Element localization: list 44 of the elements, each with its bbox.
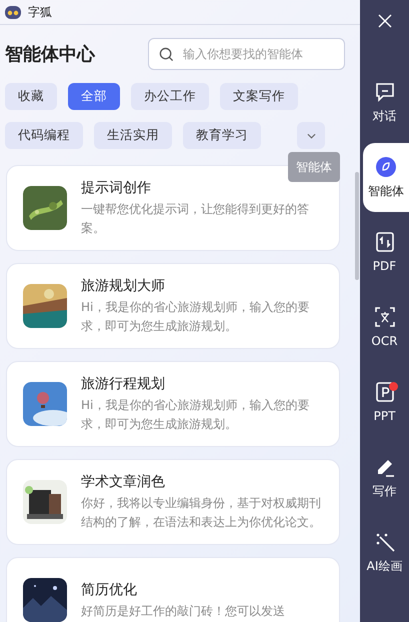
document-icon: [374, 230, 396, 252]
agent-title: 学术文章润色: [81, 473, 166, 492]
category-tab[interactable]: 全部: [68, 83, 120, 110]
agent-description: 你好，我将以专业编辑身份，基于对权威期刊结构的了解，在语法和表达上为你优化论文。: [81, 495, 322, 531]
close-icon: [378, 14, 392, 28]
page-title: 智能体中心: [5, 42, 95, 66]
search-icon: [159, 47, 174, 62]
agent-description: 好简历是好工作的敲门砖！您可以发送: [81, 602, 285, 620]
robot-logo-icon: [4, 4, 22, 20]
chevron-down-icon: [306, 132, 316, 138]
agent-title: 提示词创作: [81, 179, 152, 198]
tooltip: 智能体: [288, 152, 340, 182]
agent-description: Hi，我是你的省心旅游规划师，输入您的要求，即可为您生成旅游规划。: [81, 299, 310, 335]
leaf-icon: [375, 156, 397, 178]
category-tab[interactable]: 代码编程: [5, 122, 83, 149]
agent-card[interactable]: 学术文章润色 你好，我将以专业编辑身份，基于对权威期刊结构的了解，在语法和表达上为你优化论文。: [6, 459, 340, 545]
sidebar-tab[interactable]: AI绘画: [360, 518, 409, 587]
agent-title: 简历优化: [81, 580, 138, 600]
sidebar-tab[interactable]: OCR: [360, 293, 409, 362]
scrollbar[interactable]: [355, 172, 359, 280]
category-tab[interactable]: 教育学习: [183, 122, 261, 149]
sidebar-tab[interactable]: 智能体: [363, 143, 409, 212]
agent-card[interactable]: 旅游行程规划 Hi，我是你的省心旅游规划师，输入您的要求，即可为您生成旅游规划。: [6, 361, 340, 447]
search-field[interactable]: 输入你想要找的智能体: [148, 38, 345, 70]
agent-description: Hi，我是你的省心旅游规划师，输入您的要求，即可为您生成旅游规划。: [81, 397, 310, 433]
sidebar-tab[interactable]: PDF: [360, 218, 409, 287]
expand-button[interactable]: [297, 122, 325, 149]
slide-file-icon: [374, 380, 396, 402]
scan-icon: [374, 306, 396, 328]
category-tab[interactable]: 文案写作: [220, 83, 298, 110]
sidebar-tab[interactable]: PPT: [360, 368, 409, 437]
agent-description: 一键帮您优化提示词，让您能得到更好的答案。: [81, 201, 310, 237]
app-title: 字狐: [28, 4, 52, 21]
agent-card[interactable]: 简历优化 好简历是好工作的敲门砖！您可以发送: [6, 557, 340, 622]
chat-icon: [374, 80, 396, 102]
agent-card[interactable]: 旅游规划大师 Hi，我是你的省心旅游规划师，输入您的要求，即可为您生成旅游规划。: [6, 263, 340, 349]
agent-title: 旅游行程规划: [81, 375, 166, 394]
agent-title: 旅游规划大师: [81, 277, 166, 296]
category-tab[interactable]: 收藏: [5, 83, 57, 110]
sidebar-tab[interactable]: 写作: [360, 443, 409, 512]
category-tab[interactable]: 生活实用: [94, 122, 172, 149]
category-tab[interactable]: 办公工作: [131, 83, 209, 110]
sidebar-tab[interactable]: 对话: [360, 68, 409, 137]
magic-wand-icon: [374, 530, 396, 552]
